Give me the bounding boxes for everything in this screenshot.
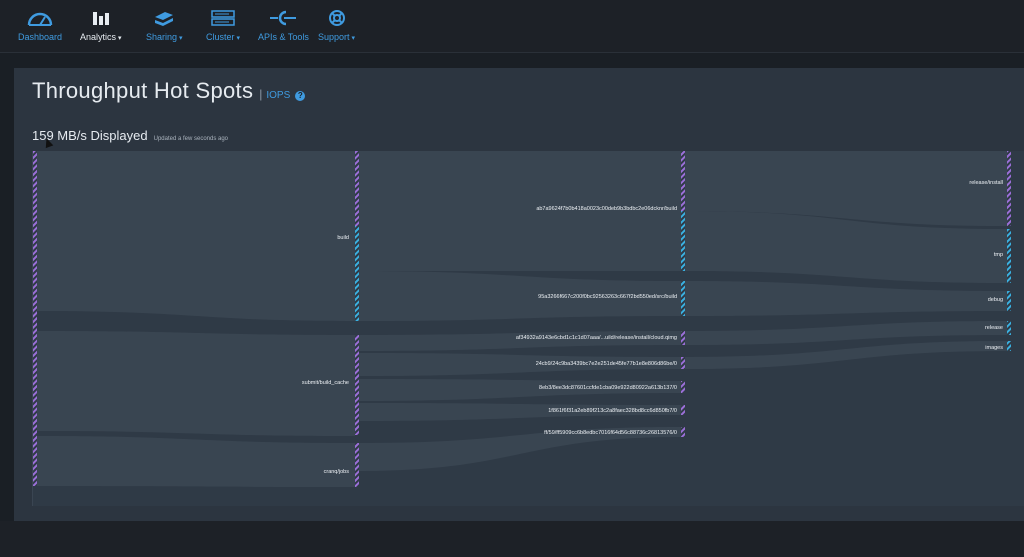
sankey-link-submit-af34 — [359, 331, 681, 351]
sankey-node-cranq-jobs[interactable] — [355, 443, 359, 487]
sankey-node-debug[interactable] — [1007, 291, 1011, 311]
sankey-node-af34[interactable] — [681, 331, 685, 345]
page-header: Throughput Hot Spots | IOPS ? — [32, 78, 306, 104]
sankey-node-label-col1[interactable]: build — [263, 235, 349, 241]
chevron-down-icon: ▾ — [179, 35, 183, 42]
sankey-node-label-col2[interactable]: 24cb9/24c9ba3439bc7e2e251de45fe77b1e8e80… — [405, 361, 677, 367]
iops-link[interactable]: IOPS — [266, 90, 290, 101]
nav-analytics[interactable]: Analytics ▾ — [80, 8, 122, 48]
nav-apis-tools[interactable]: APIs & Tools — [258, 8, 309, 48]
sankey-node-95a3[interactable] — [681, 281, 685, 316]
bar-chart-icon — [88, 8, 114, 28]
sankey-links — [37, 151, 1007, 487]
page-title: Throughput Hot Spots — [32, 78, 254, 103]
nav-sharing[interactable]: Sharing ▾ — [146, 8, 183, 48]
sankey-svg — [33, 151, 1011, 487]
sankey-node-release[interactable] — [1007, 321, 1011, 335]
sankey-node-submit-build-cache[interactable] — [355, 335, 359, 435]
nav-cluster-label: Cluster — [206, 32, 235, 42]
sankey-node-label-col3[interactable]: images — [913, 345, 1003, 351]
nav-support[interactable]: Support ▾ — [318, 8, 355, 48]
nav-apis-tools-label: APIs & Tools — [258, 32, 309, 42]
lifebuoy-icon — [324, 8, 350, 28]
nav-dashboard-label: Dashboard — [18, 32, 63, 42]
chevron-down-icon: ▾ — [236, 35, 241, 42]
chevron-down-icon: ▾ — [118, 35, 122, 42]
updated-timestamp: Updated a few seconds ago — [153, 136, 229, 142]
sankey-node-label-col3[interactable]: release — [913, 325, 1003, 331]
share-icon — [151, 8, 177, 28]
sankey-node-label-col2[interactable]: af34932a9143e6cbd1c1c1d07aaa/...uild/rel… — [405, 335, 677, 341]
sankey-node-tmp[interactable] — [1007, 229, 1011, 283]
sankey-node-8eb3[interactable] — [681, 381, 685, 393]
nav-dashboard[interactable]: Dashboard — [18, 8, 62, 48]
sankey-node-release-install[interactable] — [1007, 151, 1011, 226]
display-summary: 159 MB/s Displayed Updated a few seconds… — [32, 128, 228, 143]
help-icon[interactable]: ? — [295, 91, 306, 101]
sankey-node-images[interactable] — [1007, 341, 1011, 351]
sankey-node-label-col3[interactable]: tmp — [913, 252, 1003, 258]
sankey-link-root-cranq — [37, 436, 355, 487]
footer-bar — [0, 521, 1024, 557]
sankey-node-root[interactable] — [33, 151, 37, 486]
chevron-down-icon: ▾ — [351, 35, 356, 42]
plug-icon — [270, 8, 297, 28]
sankey-node-label-col1[interactable]: cranq/jobs — [263, 469, 349, 475]
nav-sharing-label: Sharing — [146, 32, 178, 42]
top-nav-bar: Dashboard Analytics ▾ Sharing ▾ Cluster ▾ A… — [0, 0, 1024, 53]
sankey-node-label-col2[interactable]: 8eb3/8ee3dc87601ccfde1cba09e922d80922a61… — [405, 385, 677, 391]
sankey-node-ab7a-cyan[interactable] — [681, 211, 685, 271]
sankey-node-label-col2[interactable]: 1f861f6f31a2eb89f213c2a8faec328bd8cc6d85… — [405, 408, 677, 414]
sankey-node-label-col1[interactable]: submit/build_cache — [249, 380, 349, 386]
nav-cluster[interactable]: Cluster ▾ — [206, 8, 240, 48]
title-separator: | — [259, 87, 263, 101]
sankey-node-label-col3[interactable]: release/install — [913, 180, 1003, 186]
sankey-node-1f86[interactable] — [681, 405, 685, 415]
cluster-icon — [210, 8, 236, 28]
sankey-chart: build submit/build_cache cranq/jobs ab7a… — [32, 151, 1024, 506]
sankey-node-label-col2[interactable]: ab7a9624f7b0b418a0023c00deb9b3bdbc2e06dc… — [405, 206, 677, 212]
sankey-node-label-col2[interactable]: ff/59/ff5909cc6b8edbc7016f64d56c88736c26… — [405, 430, 677, 436]
gauge-icon — [27, 8, 53, 28]
sankey-node-ff59[interactable] — [681, 427, 685, 437]
nav-support-label: Support — [318, 32, 350, 42]
nav-analytics-label: Analytics — [80, 32, 117, 42]
sankey-node-24cb[interactable] — [681, 357, 685, 369]
sankey-node-label-col3[interactable]: debug — [913, 297, 1003, 303]
sankey-node-label-col2[interactable]: 95a3266f667c200f0bc92563263c667f2bd550ed… — [405, 294, 677, 300]
sankey-node-build-cyan[interactable] — [355, 226, 359, 321]
